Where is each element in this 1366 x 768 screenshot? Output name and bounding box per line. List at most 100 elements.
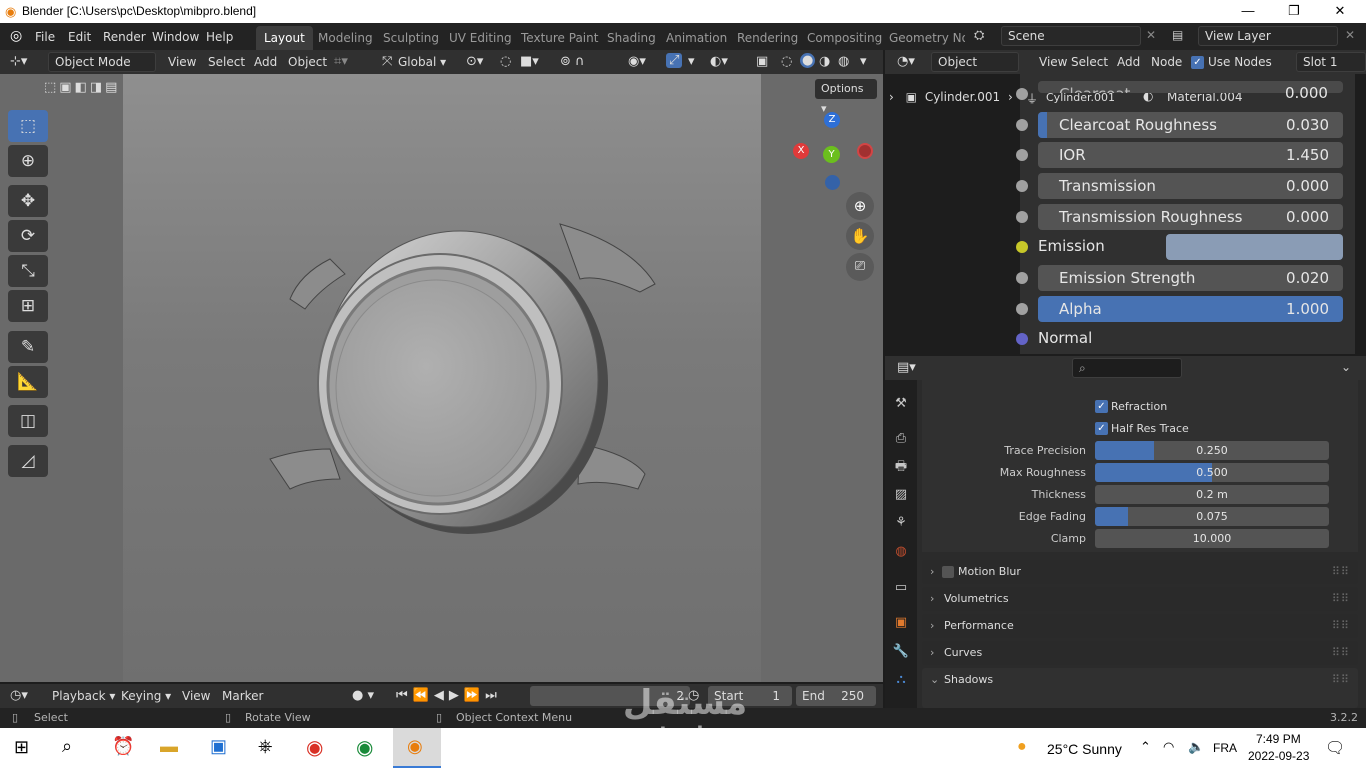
modifier-tab-icon[interactable]: 🔧	[890, 641, 912, 663]
render-tab-icon[interactable]: ⎙	[890, 428, 912, 450]
visibility-icon[interactable]: ◉▾	[628, 54, 646, 69]
properties-options-icon[interactable]: ⌄	[1341, 360, 1351, 374]
tab-geometry-nodes[interactable]: Geometry Noc	[881, 26, 965, 50]
input-transmission-roughness[interactable]: Transmission Roughness 0.000	[1038, 204, 1343, 230]
menu-window[interactable]: Window	[146, 28, 205, 46]
socket-emission-strength[interactable]	[1016, 272, 1028, 284]
scene-selector[interactable]: Scene	[1001, 26, 1141, 46]
chrome-icon[interactable]: ◉	[306, 735, 323, 760]
panel-shadows[interactable]: ⌄ Shadows ⠿⠿	[922, 668, 1358, 708]
tool-measure[interactable]: 📐	[8, 366, 48, 398]
close-button[interactable]: ✕	[1317, 0, 1363, 23]
proportional-edit-icon[interactable]: ◌	[500, 54, 511, 69]
view-layer-close-icon[interactable]: ✕	[1345, 28, 1355, 42]
search-taskbar-icon[interactable]: ⌕	[62, 736, 72, 757]
edge-fading-slider[interactable]: 0.075	[1095, 507, 1329, 526]
motion-blur-checkbox[interactable]	[942, 566, 954, 578]
input-clearcoat-roughness[interactable]: Clearcoat Roughness 0.030	[1038, 112, 1343, 138]
half-res-trace-checkbox[interactable]: ✓	[1095, 422, 1108, 435]
select-mode-icons[interactable]: ⬚▣◧◨▤	[44, 80, 120, 95]
tool-extra[interactable]: ◿	[8, 445, 48, 477]
output-tab-icon[interactable]: 🖶	[890, 456, 912, 478]
view-layer-selector[interactable]: View Layer	[1198, 26, 1338, 46]
tab-texture-paint[interactable]: Texture Paint	[513, 26, 606, 50]
node-menu-node[interactable]: Node	[1145, 53, 1188, 71]
tab-uv-editing[interactable]: UV Editing	[441, 26, 520, 50]
grip-icon[interactable]: ⠿⠿	[1332, 560, 1350, 584]
tab-layout[interactable]: Layout	[256, 26, 313, 50]
weather-text[interactable]: 25°C Sunny	[1047, 741, 1122, 757]
slot-selector[interactable]: Slot 1	[1296, 52, 1366, 72]
start-icon[interactable]: ⊞	[14, 737, 29, 758]
viewport-menu-object[interactable]: Object	[282, 53, 333, 71]
file-explorer-icon[interactable]: ▬	[160, 736, 178, 757]
overlays-icon[interactable]: ◐▾	[710, 54, 728, 69]
use-nodes-checkbox[interactable]: ✓	[1191, 56, 1204, 69]
chrome-profile-icon[interactable]: ◉	[356, 735, 373, 760]
tool-transform[interactable]: ⊞	[8, 290, 48, 322]
auto-keying-icon[interactable]: ● ▾	[352, 688, 374, 703]
max-roughness-slider[interactable]: 0.500	[1095, 463, 1329, 482]
properties-search[interactable]: ⌕	[1072, 358, 1182, 378]
blender-menu-icon[interactable]: ◎	[10, 28, 22, 44]
volume-icon[interactable]: 🔈	[1188, 739, 1204, 755]
tab-animation[interactable]: Animation	[658, 26, 735, 50]
menu-render[interactable]: Render	[97, 28, 152, 46]
axis-neg-x-icon[interactable]	[857, 143, 873, 159]
tool-move[interactable]: ✥	[8, 185, 48, 217]
socket-ior[interactable]	[1016, 149, 1028, 161]
node-type-selector[interactable]: Object	[931, 52, 1019, 72]
timeline-editor-icon[interactable]: ◷▾	[10, 688, 28, 703]
properties-editor-icon[interactable]: ▤▾	[897, 360, 916, 375]
socket-transmission[interactable]	[1016, 180, 1028, 192]
blender-taskbar-button[interactable]: ◉	[393, 728, 441, 768]
input-emission-strength[interactable]: Emission Strength 0.020	[1038, 265, 1343, 291]
node-menu-add[interactable]: Add	[1111, 53, 1146, 71]
editor-type-icon[interactable]: ⊹▾	[10, 54, 27, 69]
tool-tab-icon[interactable]: ⚒	[890, 393, 912, 415]
gizmo-toggle-icon[interactable]: ⤢	[666, 53, 683, 68]
node-editor-type-icon[interactable]: ◔▾	[897, 54, 915, 69]
object-tab-icon[interactable]: ▣	[890, 612, 912, 634]
tool-annotate[interactable]: ✎	[8, 331, 48, 363]
grip-icon[interactable]: ⠿⠿	[1332, 614, 1350, 638]
timeline-menu-view[interactable]: View	[176, 687, 216, 705]
menu-edit[interactable]: Edit	[62, 28, 97, 46]
axis-z-icon[interactable]: Z	[824, 112, 840, 128]
shading-menu-icon[interactable]: ▾	[860, 54, 867, 69]
shading-rendered-icon[interactable]: ◍	[838, 54, 849, 69]
tab-sculpting[interactable]: Sculpting	[375, 26, 447, 50]
app-icon[interactable]: ▣	[210, 736, 227, 757]
pivot-icon[interactable]: ⊙▾	[466, 54, 483, 69]
tab-compositing[interactable]: Compositing	[799, 26, 890, 50]
grip-icon[interactable]: ⠿⠿	[1332, 641, 1350, 665]
minimize-button[interactable]: —	[1225, 0, 1271, 23]
xray-icon[interactable]: ▣	[756, 54, 768, 69]
orientation-selector[interactable]: Global ▾	[398, 52, 458, 72]
socket-transmission-roughness[interactable]	[1016, 211, 1028, 223]
panel-motion-blur[interactable]: › Motion Blur ⠿⠿	[922, 560, 1358, 584]
clamp-field[interactable]: 10.000	[1095, 529, 1329, 548]
shading-wireframe-icon[interactable]: ◌	[781, 54, 792, 69]
socket-normal[interactable]	[1016, 333, 1028, 345]
timeline-menu-playback[interactable]: Playback ▾	[46, 687, 121, 705]
zoom-icon[interactable]: ⊕	[846, 192, 874, 220]
tool-scale[interactable]: ⤡	[8, 255, 48, 287]
viewport-menu-select[interactable]: Select	[202, 53, 251, 71]
scene-close-icon[interactable]: ✕	[1146, 28, 1156, 42]
camera-view-icon[interactable]: ⎚	[846, 253, 874, 281]
panel-curves[interactable]: › Curves ⠿⠿	[922, 641, 1358, 665]
input-transmission[interactable]: Transmission 0.000	[1038, 173, 1343, 199]
grip-icon[interactable]: ⠿⠿	[1332, 668, 1350, 692]
snap-target-icon[interactable]: ⊚ ∩	[560, 54, 585, 69]
mode-selector[interactable]: Object Mode	[48, 52, 156, 72]
clock-date[interactable]: 2022-09-23	[1248, 749, 1309, 763]
timeline-menu-marker[interactable]: Marker	[216, 687, 269, 705]
tab-shading[interactable]: Shading	[599, 26, 664, 50]
input-alpha[interactable]: Alpha 1.000	[1038, 296, 1343, 322]
tool-rotate[interactable]: ⟳	[8, 220, 48, 252]
options-dropdown[interactable]: Options ▾	[815, 79, 877, 115]
network-app-icon[interactable]: ⎈	[258, 736, 272, 757]
notifications-icon[interactable]: 🗨	[1325, 738, 1345, 758]
falloff-icon[interactable]: ■▾	[520, 54, 539, 69]
